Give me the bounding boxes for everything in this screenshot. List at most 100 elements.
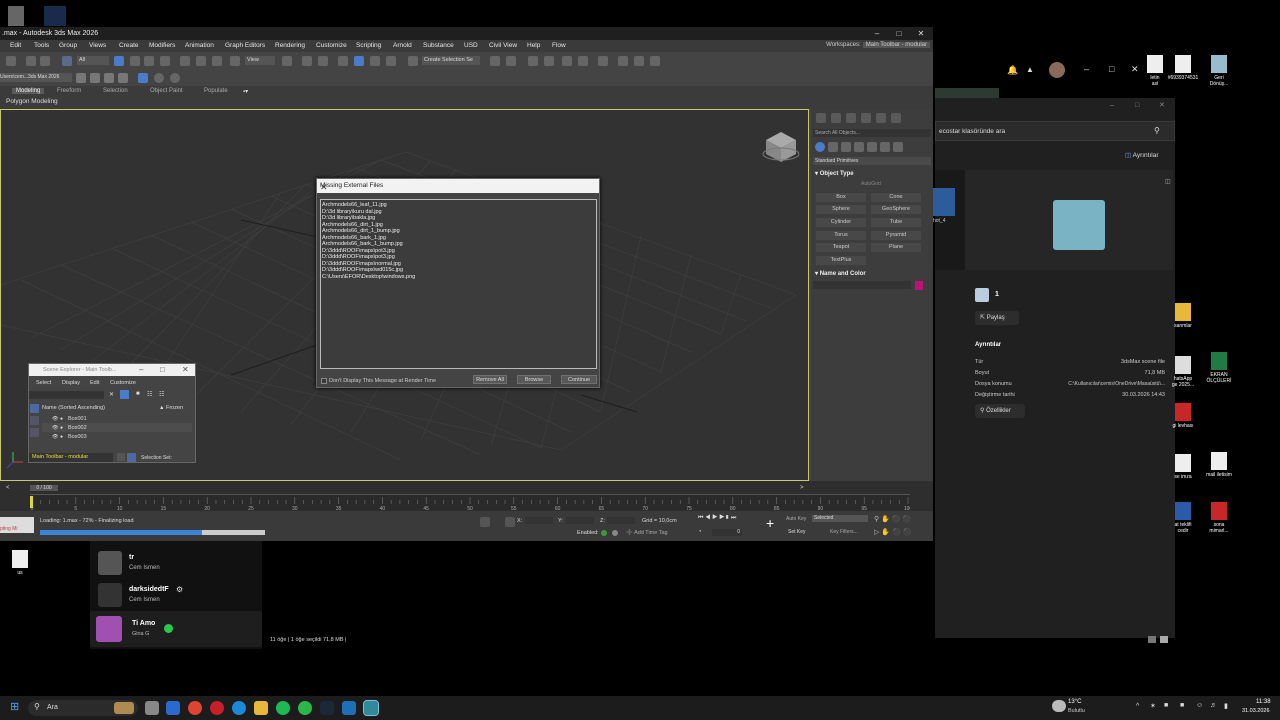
table-row[interactable]: 👁 ● Box003 (42, 432, 192, 441)
details-toggle-button[interactable]: ◫ Ayrıntılar (1125, 151, 1159, 159)
maxscript-listener[interactable]: pting Mi (0, 517, 34, 533)
lights-icon[interactable] (841, 142, 851, 152)
x-coordinate-field[interactable] (525, 517, 553, 524)
pyramid-button[interactable]: Pyramid (871, 231, 921, 240)
box-button[interactable]: Box (816, 193, 866, 202)
snap-icon[interactable] (154, 73, 164, 83)
weather-desc[interactable]: Bulutlu (1068, 708, 1085, 714)
se-menu-edit[interactable]: Edit (90, 380, 99, 386)
tube-button[interactable]: Tube (871, 218, 921, 227)
bluetooth-icon[interactable]: ✶ (1150, 702, 1156, 710)
viewport-layout-icon[interactable] (138, 73, 148, 83)
tiles-view-icon[interactable] (1160, 636, 1168, 643)
app-icon[interactable] (342, 701, 356, 715)
shapes-icon[interactable] (828, 142, 838, 152)
name-color-header[interactable]: ▾ Name and Color (815, 270, 866, 277)
browse-button[interactable]: Browse (517, 375, 551, 384)
plane-button[interactable]: Plane (871, 243, 921, 252)
menu-rendering[interactable]: Rendering (275, 42, 305, 49)
autogrid-checkbox[interactable]: AutoGrid (861, 181, 881, 187)
cylinder-button[interactable]: Cylinder (816, 218, 866, 227)
hierarchy-tab-icon[interactable] (846, 113, 856, 123)
taskbar-search[interactable]: ⚲ Ara (28, 700, 138, 716)
minimize-icon[interactable]: – (139, 365, 143, 374)
se-workspace-dropdown[interactable]: Main Toolbar - modular (29, 453, 113, 462)
render-setup-icon[interactable] (618, 56, 628, 66)
properties-button[interactable]: ⚲ Özellikler (975, 404, 1025, 418)
desktop-icon-pdf-sign[interactable]: gi levhası (1163, 403, 1203, 429)
table-row[interactable]: 👁 ● Box002 (42, 423, 192, 432)
steam-icon[interactable] (320, 701, 334, 715)
key-filters-button[interactable]: Key Filters... (830, 529, 858, 535)
se-layer-toggle-icon[interactable] (127, 453, 136, 462)
teapot-button[interactable]: Teapot (816, 243, 866, 252)
se-menu-display[interactable]: Display (62, 380, 80, 386)
current-frame-marker[interactable] (30, 496, 33, 508)
rendered-frame-icon[interactable] (634, 56, 644, 66)
se-layer-icon[interactable]: ☷ (159, 391, 164, 398)
container-save-icon[interactable] (118, 73, 128, 83)
search-input[interactable]: ecostar klasöründe ara (939, 128, 1005, 135)
object-search-input[interactable]: Search All Objects... (813, 129, 931, 137)
menu-modifiers[interactable]: Modifiers (149, 42, 175, 49)
whatsapp-icon[interactable] (298, 701, 312, 715)
add-time-tag[interactable]: ➕ Add Time Tag (626, 530, 668, 536)
scale-icon[interactable] (212, 56, 222, 66)
menu-arnold[interactable]: Arnold (393, 42, 412, 49)
visibility-eye-icon[interactable]: 👁 (52, 425, 60, 431)
clock-time[interactable]: 11:38 (1256, 699, 1271, 705)
se-display-lights-icon[interactable] (30, 428, 39, 437)
unlink-icon[interactable] (40, 56, 50, 66)
polygon-modeling-panel[interactable]: Polygon Modeling (6, 98, 58, 105)
angle-snap-icon[interactable] (354, 56, 364, 66)
torus-button[interactable]: Torus (816, 231, 866, 240)
auto-key-button[interactable]: Auto Key (786, 516, 806, 522)
orbit-controls[interactable]: ▷ ✋ ⚫ ⚫ (874, 528, 911, 536)
set-key-button[interactable]: Set Key (788, 529, 806, 535)
desktop-icon-pdf[interactable]: sona mimarl... (1199, 502, 1239, 534)
select-manipulate-icon[interactable] (302, 56, 312, 66)
weather-cloud-icon[interactable] (1052, 700, 1066, 712)
curve-editor-icon[interactable] (562, 56, 572, 66)
reference-coordinate-dropdown[interactable]: View (245, 56, 275, 65)
menu-scripting[interactable]: Scripting (356, 42, 381, 49)
tab-selection[interactable]: Selection (103, 88, 128, 94)
file-thumbnail[interactable] (933, 188, 955, 216)
se-menu-select[interactable]: Select (36, 380, 51, 386)
selection-filter-dropdown[interactable]: All (77, 56, 109, 65)
desktop-icon-mail[interactable]: mail iletisim (1199, 452, 1239, 478)
remove-all-button[interactable]: Remove All (473, 375, 507, 384)
lock-selection-icon[interactable] (480, 517, 490, 527)
volume-icon[interactable]: ♬ (1210, 702, 1217, 709)
category-dropdown[interactable]: Standard Primitives (813, 157, 931, 165)
store-icon[interactable] (166, 701, 180, 715)
move-icon[interactable] (180, 56, 190, 66)
object-color-swatch[interactable] (915, 281, 923, 290)
se-hierarchy-icon[interactable]: ☷ (147, 391, 152, 398)
tray-overflow-icon[interactable]: ^ (1136, 703, 1139, 710)
mirror-icon[interactable] (490, 56, 500, 66)
continue-button[interactable]: Continue (561, 375, 597, 384)
task-view-icon[interactable] (145, 701, 159, 715)
menu-group[interactable]: Group (59, 42, 77, 49)
notification-bell-icon[interactable]: 🔔 (1007, 65, 1018, 76)
undo-icon[interactable] (6, 56, 16, 66)
maximize-icon[interactable]: □ (894, 29, 904, 38)
layer-explorer-icon[interactable] (528, 56, 538, 66)
menu-create[interactable]: Create (119, 42, 139, 49)
container-icon[interactable] (76, 73, 86, 83)
maximize-icon[interactable]: □ (160, 365, 165, 374)
se-search-input[interactable] (29, 391, 104, 399)
spinner-snap-icon[interactable] (386, 56, 396, 66)
geometry-icon[interactable] (815, 142, 825, 152)
desktop-icon-us[interactable]: us (0, 550, 40, 576)
menu-flow[interactable]: Flow (552, 42, 566, 49)
close-icon[interactable]: ✕ (1159, 101, 1165, 109)
se-column-frozen[interactable]: ▲ Frozen (159, 405, 183, 411)
utilities-tab-icon[interactable] (891, 113, 901, 123)
clock-date[interactable]: 31.03.2026 (1242, 708, 1270, 714)
select-by-name-icon[interactable] (130, 56, 140, 66)
share-button[interactable]: ⇱ Paylaş (975, 311, 1019, 325)
tray-app-icon[interactable]: ■ (1164, 702, 1168, 709)
select-object-icon[interactable] (114, 56, 124, 66)
